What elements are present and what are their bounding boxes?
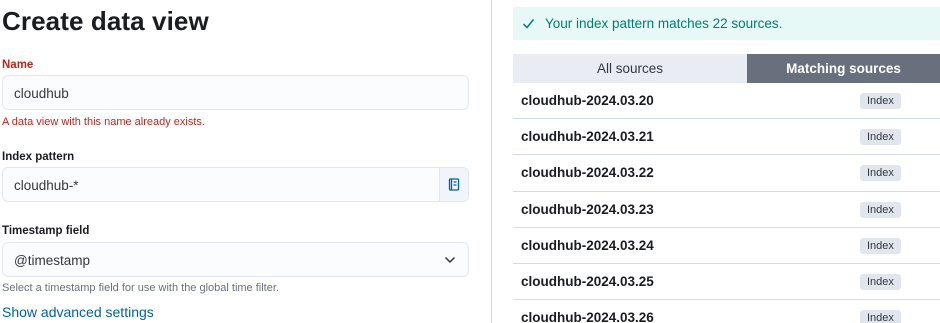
timestamp-select[interactable]: @timestamp (2, 242, 469, 277)
list-item: cloudhub-2024.03.26 Index (513, 300, 940, 323)
match-callout-text: Your index pattern matches 22 sources. (545, 16, 783, 31)
list-item: cloudhub-2024.03.20 Index (513, 83, 940, 120)
index-pattern-field[interactable]: cloudhub-* (2, 167, 469, 202)
timestamp-label: Timestamp field (2, 225, 90, 237)
index-pattern-field-value: cloudhub-* (14, 178, 79, 193)
source-type-badge: Index (860, 237, 901, 254)
source-type-badge: Index (860, 273, 901, 290)
create-data-view-form: Create data view Name cloudhub A data vi… (0, 0, 492, 323)
name-error-text: A data view with this name already exist… (2, 116, 205, 128)
list-item: cloudhub-2024.03.21 Index (513, 119, 940, 156)
match-callout: Your index pattern matches 22 sources. (513, 7, 940, 40)
tab-matching-sources[interactable]: Matching sources (747, 54, 940, 83)
source-type-badge: Index (860, 201, 901, 218)
list-item: cloudhub-2024.03.24 Index (513, 228, 940, 264)
chevron-down-icon (444, 256, 456, 264)
source-type-badge: Index (860, 129, 901, 146)
timestamp-help-text: Select a timestamp field for use with th… (2, 282, 279, 294)
name-field-value: cloudhub (14, 86, 69, 101)
name-field[interactable]: cloudhub (2, 75, 469, 110)
index-icon (448, 178, 460, 191)
list-item: cloudhub-2024.03.22 Index (513, 155, 940, 192)
source-name: cloudhub-2024.03.23 (521, 201, 654, 217)
index-pattern-help-button[interactable] (439, 168, 468, 201)
sources-list: cloudhub-2024.03.20 Index cloudhub-2024.… (513, 83, 940, 323)
pane-divider (491, 0, 492, 323)
list-item: cloudhub-2024.03.23 Index (513, 192, 940, 228)
tab-all-sources[interactable]: All sources (513, 54, 747, 83)
check-icon (522, 19, 535, 29)
source-tabs: All sources Matching sources (513, 54, 940, 83)
source-name: cloudhub-2024.03.20 (521, 93, 654, 108)
show-advanced-settings-link[interactable]: Show advanced settings (2, 304, 154, 320)
list-item: cloudhub-2024.03.25 Index (513, 264, 940, 301)
source-name: cloudhub-2024.03.25 (521, 273, 654, 289)
page-title: Create data view (2, 6, 209, 36)
index-pattern-label: Index pattern (2, 151, 75, 163)
name-label: Name (2, 59, 34, 71)
timestamp-select-value: @timestamp (14, 253, 90, 268)
source-type-badge: Index (860, 310, 901, 323)
source-name: cloudhub-2024.03.21 (521, 129, 654, 145)
source-name: cloudhub-2024.03.26 (521, 310, 654, 323)
source-type-badge: Index (860, 165, 901, 182)
source-name: cloudhub-2024.03.22 (521, 165, 654, 181)
source-name: cloudhub-2024.03.24 (521, 237, 654, 253)
source-type-badge: Index (860, 93, 901, 109)
